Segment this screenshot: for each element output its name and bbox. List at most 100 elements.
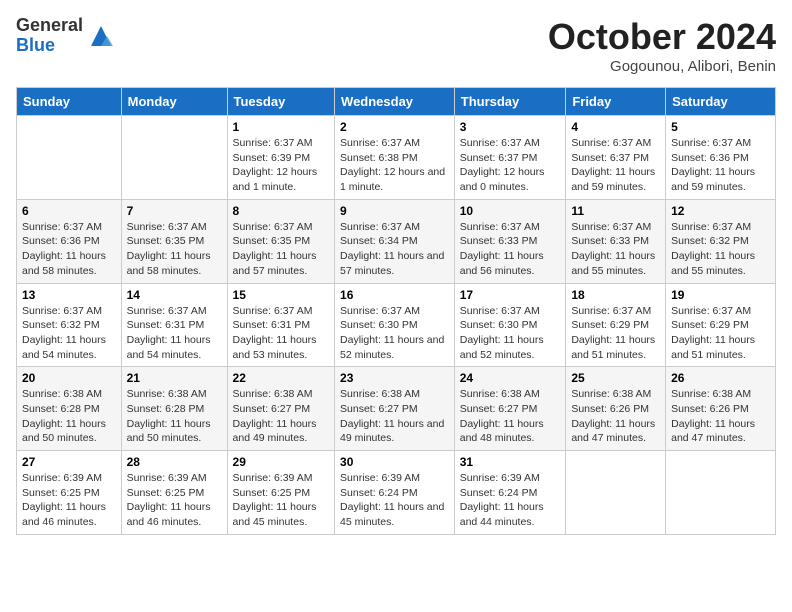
calendar-cell: 22 Sunrise: 6:38 AM Sunset: 6:27 PM Dayli… [227,367,335,451]
logo: General Blue [16,16,115,56]
logo-general-text: General [16,16,83,36]
day-number: 5 [671,120,770,134]
week-row-3: 13 Sunrise: 6:37 AM Sunset: 6:32 PM Dayli… [17,283,776,367]
day-number: 25 [571,371,660,385]
day-info: Sunrise: 6:38 AM Sunset: 6:27 PM Dayligh… [340,387,449,446]
day-info: Sunrise: 6:39 AM Sunset: 6:25 PM Dayligh… [22,471,116,530]
calendar-cell: 4 Sunrise: 6:37 AM Sunset: 6:37 PM Daylig… [566,116,666,200]
calendar-cell: 9 Sunrise: 6:37 AM Sunset: 6:34 PM Daylig… [335,199,455,283]
day-info: Sunrise: 6:39 AM Sunset: 6:24 PM Dayligh… [460,471,561,530]
day-number: 20 [22,371,116,385]
day-info: Sunrise: 6:38 AM Sunset: 6:27 PM Dayligh… [460,387,561,446]
calendar-cell: 11 Sunrise: 6:37 AM Sunset: 6:33 PM Dayli… [566,199,666,283]
day-number: 13 [22,288,116,302]
day-number: 9 [340,204,449,218]
day-info: Sunrise: 6:38 AM Sunset: 6:26 PM Dayligh… [671,387,770,446]
day-number: 26 [671,371,770,385]
day-number: 8 [233,204,330,218]
week-row-2: 6 Sunrise: 6:37 AM Sunset: 6:36 PM Daylig… [17,199,776,283]
calendar-cell: 24Sunrise: 6:38 AM Sunset: 6:27 PM Dayli… [454,367,566,451]
calendar-cell: 6 Sunrise: 6:37 AM Sunset: 6:36 PM Daylig… [17,199,122,283]
day-number: 2 [340,120,449,134]
calendar-cell: 29Sunrise: 6:39 AM Sunset: 6:25 PM Dayli… [227,451,335,535]
day-info: Sunrise: 6:37 AM Sunset: 6:31 PM Dayligh… [233,304,330,363]
week-row-1: 1 Sunrise: 6:37 AM Sunset: 6:39 PM Daylig… [17,116,776,200]
calendar-table: SundayMondayTuesdayWednesdayThursdayFrid… [16,87,776,535]
day-number: 11 [571,204,660,218]
day-info: Sunrise: 6:38 AM Sunset: 6:28 PM Dayligh… [22,387,116,446]
page-header: General Blue October 2024 Gogounou, Alib… [16,16,776,75]
day-info: Sunrise: 6:37 AM Sunset: 6:35 PM Dayligh… [233,220,330,279]
day-number: 31 [460,455,561,469]
day-info: Sunrise: 6:37 AM Sunset: 6:37 PM Dayligh… [460,136,561,195]
calendar-cell: 15 Sunrise: 6:37 AM Sunset: 6:31 PM Dayli… [227,283,335,367]
location-subtitle: Gogounou, Alibori, Benin [548,58,776,75]
day-info: Sunrise: 6:38 AM Sunset: 6:28 PM Dayligh… [127,387,222,446]
calendar-cell: 30Sunrise: 6:39 AM Sunset: 6:24 PM Dayli… [335,451,455,535]
day-info: Sunrise: 6:37 AM Sunset: 6:34 PM Dayligh… [340,220,449,279]
calendar-cell: 17Sunrise: 6:37 AM Sunset: 6:30 PM Dayli… [454,283,566,367]
day-number: 10 [460,204,561,218]
col-header-thursday: Thursday [454,88,566,116]
day-info: Sunrise: 6:37 AM Sunset: 6:36 PM Dayligh… [22,220,116,279]
day-number: 6 [22,204,116,218]
day-info: Sunrise: 6:37 AM Sunset: 6:33 PM Dayligh… [571,220,660,279]
day-info: Sunrise: 6:37 AM Sunset: 6:30 PM Dayligh… [460,304,561,363]
calendar-cell: 8 Sunrise: 6:37 AM Sunset: 6:35 PM Daylig… [227,199,335,283]
week-row-5: 27Sunrise: 6:39 AM Sunset: 6:25 PM Dayli… [17,451,776,535]
logo-icon [87,22,115,50]
calendar-cell: 25 Sunrise: 6:38 AM Sunset: 6:26 PM Dayli… [566,367,666,451]
col-header-friday: Friday [566,88,666,116]
day-info: Sunrise: 6:37 AM Sunset: 6:39 PM Dayligh… [233,136,330,195]
day-number: 21 [127,371,222,385]
day-info: Sunrise: 6:37 AM Sunset: 6:37 PM Dayligh… [571,136,660,195]
day-info: Sunrise: 6:38 AM Sunset: 6:27 PM Dayligh… [233,387,330,446]
calendar-cell: 26 Sunrise: 6:38 AM Sunset: 6:26 PM Dayli… [666,367,776,451]
day-number: 15 [233,288,330,302]
day-number: 18 [571,288,660,302]
calendar-cell: 18Sunrise: 6:37 AM Sunset: 6:29 PM Dayli… [566,283,666,367]
day-number: 3 [460,120,561,134]
calendar-cell: 1 Sunrise: 6:37 AM Sunset: 6:39 PM Daylig… [227,116,335,200]
calendar-cell: 28Sunrise: 6:39 AM Sunset: 6:25 PM Dayli… [121,451,227,535]
day-number: 30 [340,455,449,469]
day-info: Sunrise: 6:37 AM Sunset: 6:35 PM Dayligh… [127,220,222,279]
day-info: Sunrise: 6:37 AM Sunset: 6:36 PM Dayligh… [671,136,770,195]
day-number: 22 [233,371,330,385]
calendar-cell: 16 Sunrise: 6:37 AM Sunset: 6:30 PM Dayli… [335,283,455,367]
calendar-cell: 12Sunrise: 6:37 AM Sunset: 6:32 PM Dayli… [666,199,776,283]
day-info: Sunrise: 6:37 AM Sunset: 6:38 PM Dayligh… [340,136,449,195]
day-info: Sunrise: 6:39 AM Sunset: 6:25 PM Dayligh… [127,471,222,530]
col-header-saturday: Saturday [666,88,776,116]
col-header-tuesday: Tuesday [227,88,335,116]
calendar-cell: 14 Sunrise: 6:37 AM Sunset: 6:31 PM Dayli… [121,283,227,367]
day-info: Sunrise: 6:37 AM Sunset: 6:32 PM Dayligh… [22,304,116,363]
day-number: 29 [233,455,330,469]
day-number: 16 [340,288,449,302]
calendar-cell: 21 Sunrise: 6:38 AM Sunset: 6:28 PM Dayli… [121,367,227,451]
calendar-header-row: SundayMondayTuesdayWednesdayThursdayFrid… [17,88,776,116]
title-block: October 2024 Gogounou, Alibori, Benin [548,16,776,75]
week-row-4: 20 Sunrise: 6:38 AM Sunset: 6:28 PM Dayli… [17,367,776,451]
day-info: Sunrise: 6:37 AM Sunset: 6:32 PM Dayligh… [671,220,770,279]
day-number: 19 [671,288,770,302]
col-header-monday: Monday [121,88,227,116]
calendar-cell: 3 Sunrise: 6:37 AM Sunset: 6:37 PM Daylig… [454,116,566,200]
month-title: October 2024 [548,16,776,58]
day-number: 1 [233,120,330,134]
day-info: Sunrise: 6:37 AM Sunset: 6:33 PM Dayligh… [460,220,561,279]
calendar-cell [566,451,666,535]
calendar-cell: 5 Sunrise: 6:37 AM Sunset: 6:36 PM Daylig… [666,116,776,200]
day-info: Sunrise: 6:38 AM Sunset: 6:26 PM Dayligh… [571,387,660,446]
calendar-cell: 31 Sunrise: 6:39 AM Sunset: 6:24 PM Dayli… [454,451,566,535]
day-number: 14 [127,288,222,302]
day-info: Sunrise: 6:37 AM Sunset: 6:30 PM Dayligh… [340,304,449,363]
col-header-wednesday: Wednesday [335,88,455,116]
calendar-cell [666,451,776,535]
calendar-cell: 20 Sunrise: 6:38 AM Sunset: 6:28 PM Dayli… [17,367,122,451]
day-number: 7 [127,204,222,218]
day-info: Sunrise: 6:37 AM Sunset: 6:29 PM Dayligh… [671,304,770,363]
calendar-cell: 13 Sunrise: 6:37 AM Sunset: 6:32 PM Dayli… [17,283,122,367]
day-info: Sunrise: 6:37 AM Sunset: 6:31 PM Dayligh… [127,304,222,363]
day-number: 4 [571,120,660,134]
